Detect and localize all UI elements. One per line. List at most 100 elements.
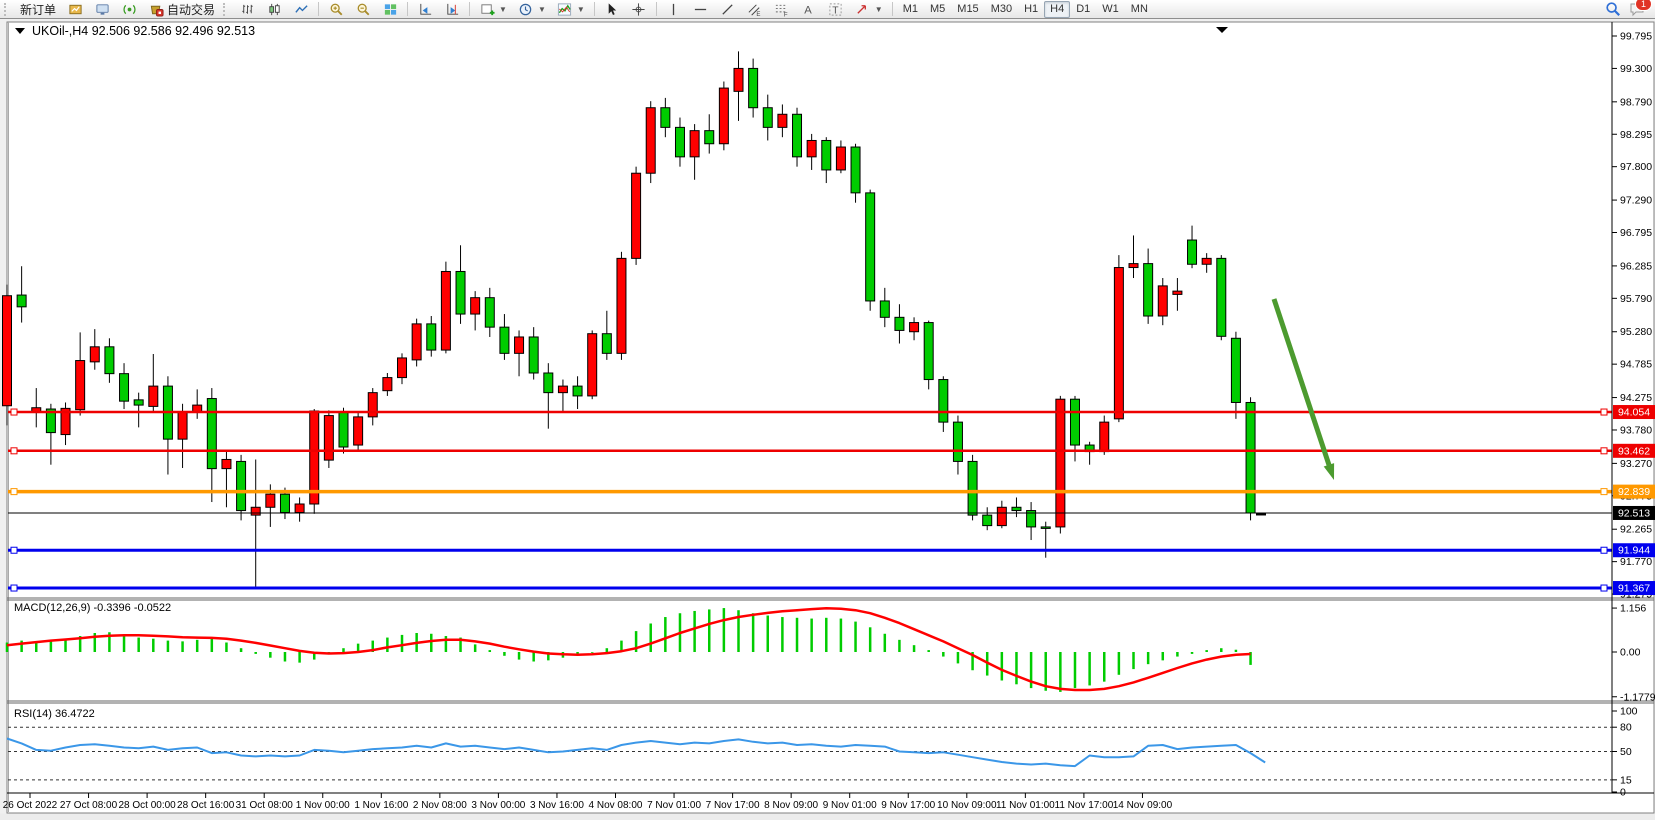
svg-text:93.780: 93.780 bbox=[1620, 424, 1652, 436]
text-label-icon: T bbox=[828, 1, 844, 17]
tile-windows-button[interactable] bbox=[377, 0, 403, 19]
timeframe-h1-button[interactable]: H1 bbox=[1018, 1, 1044, 18]
chart-shift-button[interactable] bbox=[412, 0, 438, 19]
fibonacci-icon: F bbox=[774, 1, 790, 17]
trendline-button[interactable] bbox=[715, 0, 741, 19]
toolbar-separator bbox=[656, 2, 657, 16]
svg-text:95.790: 95.790 bbox=[1620, 293, 1652, 305]
new-chart-button[interactable]: ▼ bbox=[474, 0, 512, 19]
svg-text:2 Nov 08:00: 2 Nov 08:00 bbox=[413, 800, 467, 811]
svg-text:MACD(12,26,9) -0.3396 -0.0522: MACD(12,26,9) -0.3396 -0.0522 bbox=[14, 602, 171, 614]
svg-text:98.295: 98.295 bbox=[1620, 129, 1652, 141]
svg-text:0: 0 bbox=[1620, 787, 1626, 799]
svg-text:3 Nov 00:00: 3 Nov 00:00 bbox=[471, 800, 525, 811]
timeframe-m1-button[interactable]: M1 bbox=[897, 1, 924, 18]
equidistant-channel-button[interactable]: E bbox=[742, 0, 768, 19]
arrows-button[interactable]: ▼ bbox=[850, 0, 888, 19]
line-chart-button[interactable] bbox=[288, 0, 314, 19]
terminal-icon bbox=[94, 1, 110, 17]
auto-trading-icon bbox=[148, 1, 164, 17]
svg-text:99.300: 99.300 bbox=[1620, 63, 1652, 75]
toolbar-grip bbox=[223, 3, 229, 16]
timeframe-h4-button[interactable]: H4 bbox=[1044, 1, 1070, 18]
svg-text:F: F bbox=[784, 11, 788, 16]
chart-area[interactable]: 99.79599.30098.79098.29597.80097.29096.7… bbox=[0, 19, 1655, 820]
svg-text:95.280: 95.280 bbox=[1620, 326, 1652, 338]
auto-trading-button[interactable]: 自动交易 bbox=[143, 0, 220, 19]
svg-text:1 Nov 00:00: 1 Nov 00:00 bbox=[296, 800, 350, 811]
text-label-button[interactable]: T bbox=[823, 0, 849, 19]
toolbar-separator bbox=[594, 2, 595, 16]
svg-text:28 Oct 16:00: 28 Oct 16:00 bbox=[177, 800, 235, 811]
svg-text:26 Oct 2022: 26 Oct 2022 bbox=[3, 800, 58, 811]
zoom-out-button[interactable] bbox=[350, 0, 376, 19]
cursor-button[interactable] bbox=[599, 0, 625, 19]
svg-text:98.790: 98.790 bbox=[1620, 96, 1652, 108]
periods-button[interactable]: ▼ bbox=[513, 0, 551, 19]
chevron-down-icon: ▼ bbox=[538, 5, 546, 14]
svg-text:A: A bbox=[805, 4, 813, 16]
vertical-line-button[interactable] bbox=[661, 0, 687, 19]
new-order-button[interactable]: 新订单 bbox=[15, 0, 61, 19]
auto-scroll-button[interactable] bbox=[439, 0, 465, 19]
crosshair-button[interactable] bbox=[626, 0, 652, 19]
svg-text:31 Oct 08:00: 31 Oct 08:00 bbox=[236, 800, 294, 811]
indicators-icon bbox=[557, 1, 573, 17]
toolbar-separator bbox=[407, 2, 408, 16]
tile-windows-icon bbox=[382, 1, 398, 17]
timeframe-m15-button[interactable]: M15 bbox=[951, 1, 984, 18]
indicators-button[interactable]: ▼ bbox=[552, 0, 590, 19]
svg-text:94.785: 94.785 bbox=[1620, 359, 1652, 371]
timeframe-w1-button[interactable]: W1 bbox=[1096, 1, 1125, 18]
vertical-line-icon bbox=[666, 1, 682, 17]
chat-button[interactable]: 1 bbox=[1629, 1, 1645, 17]
svg-text:7 Nov 17:00: 7 Nov 17:00 bbox=[706, 800, 760, 811]
svg-text:4 Nov 08:00: 4 Nov 08:00 bbox=[589, 800, 643, 811]
svg-text:7 Nov 01:00: 7 Nov 01:00 bbox=[647, 800, 701, 811]
svg-text:93.462: 93.462 bbox=[1618, 445, 1650, 457]
svg-text:11 Nov 01:00: 11 Nov 01:00 bbox=[996, 800, 1055, 811]
text-button[interactable]: A bbox=[796, 0, 822, 19]
trendline-icon bbox=[720, 1, 736, 17]
timeframe-group: M1M5M15M30H1H4D1W1MN bbox=[897, 1, 1154, 18]
svg-text:80: 80 bbox=[1620, 722, 1632, 734]
horizontal-line-button[interactable] bbox=[688, 0, 714, 19]
signal-icon bbox=[121, 1, 137, 17]
svg-text:15: 15 bbox=[1620, 774, 1632, 786]
signal-button[interactable] bbox=[116, 0, 142, 19]
toolbar-separator bbox=[318, 2, 319, 16]
svg-text:T: T bbox=[833, 5, 840, 16]
terminal-button[interactable] bbox=[89, 0, 115, 19]
toolbar-separator bbox=[892, 2, 893, 16]
fibonacci-button[interactable]: F bbox=[769, 0, 795, 19]
svg-text:96.795: 96.795 bbox=[1620, 227, 1652, 239]
svg-text:1.156: 1.156 bbox=[1620, 603, 1646, 615]
bar-chart-button[interactable] bbox=[234, 0, 260, 19]
timeframe-d1-button[interactable]: D1 bbox=[1070, 1, 1096, 18]
candlestick-chart-button[interactable] bbox=[261, 0, 287, 19]
crosshair-icon bbox=[631, 1, 647, 17]
cursor-icon bbox=[604, 1, 620, 17]
equidistant-channel-icon: E bbox=[747, 1, 763, 17]
chevron-down-icon: ▼ bbox=[577, 5, 585, 14]
chevron-down-icon: ▼ bbox=[875, 5, 883, 14]
search-icon[interactable] bbox=[1605, 1, 1621, 17]
svg-text:92.265: 92.265 bbox=[1620, 524, 1652, 536]
svg-text:50: 50 bbox=[1620, 746, 1632, 758]
svg-text:11 Nov 17:00: 11 Nov 17:00 bbox=[1055, 800, 1114, 811]
svg-text:91.944: 91.944 bbox=[1618, 545, 1650, 557]
svg-text:96.285: 96.285 bbox=[1620, 260, 1652, 272]
chart-shift-icon bbox=[417, 1, 433, 17]
timeframe-m30-button[interactable]: M30 bbox=[985, 1, 1018, 18]
timeframe-mn-button[interactable]: MN bbox=[1125, 1, 1154, 18]
zoom-in-icon bbox=[328, 1, 344, 17]
timeframe-m5-button[interactable]: M5 bbox=[924, 1, 951, 18]
text-icon: A bbox=[801, 1, 817, 17]
zoom-in-button[interactable] bbox=[323, 0, 349, 19]
status-strip bbox=[0, 814, 1655, 820]
svg-text:-1.1779: -1.1779 bbox=[1620, 691, 1655, 703]
candlestick-chart-icon bbox=[266, 1, 282, 17]
svg-text:93.270: 93.270 bbox=[1620, 458, 1652, 470]
svg-text:91.367: 91.367 bbox=[1618, 583, 1650, 595]
chart-popup-button[interactable] bbox=[62, 0, 88, 19]
